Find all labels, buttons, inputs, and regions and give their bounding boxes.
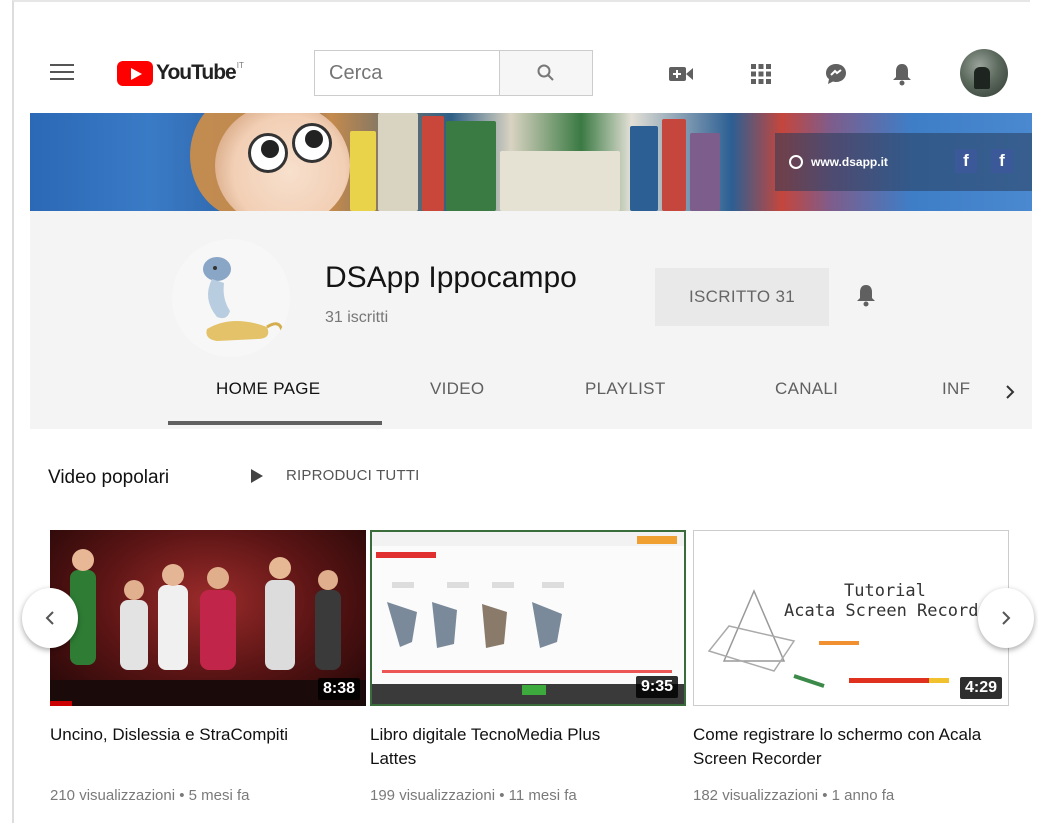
- tab-playlist[interactable]: PLAYLIST: [585, 379, 666, 399]
- account-avatar[interactable]: [960, 49, 1008, 97]
- search-icon: [537, 64, 554, 81]
- subscribed-button[interactable]: ISCRITTO 31: [655, 268, 829, 326]
- banner-book: [350, 131, 376, 211]
- video-duration: 8:38: [317, 678, 360, 700]
- play-all-button[interactable]: RIPRODUCI TUTTI: [250, 467, 420, 484]
- youtube-logo[interactable]: YouTube IT: [117, 60, 244, 86]
- facebook-icon[interactable]: f: [991, 149, 1013, 173]
- tab-home-page[interactable]: HOME PAGE: [216, 379, 320, 399]
- chevron-right-icon[interactable]: [1000, 381, 1020, 403]
- carousel-previous-button[interactable]: [22, 588, 78, 648]
- section-title: Video popolari: [48, 467, 170, 488]
- tab-canali[interactable]: CANALI: [775, 379, 838, 399]
- video-title[interactable]: Libro digitale TecnoMedia Plus Lattes: [370, 723, 640, 771]
- subscriber-count: 31 iscritti: [325, 309, 389, 326]
- chevron-left-icon: [45, 611, 54, 625]
- messages-icon[interactable]: [822, 60, 850, 88]
- banner-book: [500, 151, 620, 211]
- banner-book: [422, 116, 444, 211]
- carousel-next-button[interactable]: [978, 588, 1034, 648]
- channel-tabs: HOME PAGE VIDEO PLAYLIST CANALI INF: [30, 361, 1032, 429]
- notifications-bell-icon[interactable]: [888, 60, 916, 88]
- youtube-play-icon: [117, 60, 153, 86]
- facebook-icon[interactable]: f: [955, 149, 977, 173]
- search-input[interactable]: [314, 50, 499, 96]
- apps-grid-icon[interactable]: [747, 60, 775, 88]
- banner-book: [630, 126, 658, 211]
- create-video-icon[interactable]: [667, 60, 695, 88]
- video-meta: 182 visualizzazioni • 1 anno fa: [693, 787, 895, 804]
- hamburger-menu-icon[interactable]: [50, 64, 74, 82]
- video-meta: 210 visualizzazioni • 5 mesi fa: [50, 787, 250, 804]
- tab-video[interactable]: VIDEO: [430, 379, 484, 399]
- video-thumbnail[interactable]: 9:35: [370, 530, 686, 706]
- banner-book: [662, 119, 686, 211]
- tab-info[interactable]: INF: [942, 379, 974, 399]
- channel-notifications-bell-icon[interactable]: [852, 281, 880, 309]
- channel-header: DSApp Ippocampo 31 iscritti ISCRITTO 31 …: [30, 211, 1032, 429]
- banner-illustration-eye: [248, 133, 288, 173]
- masthead: YouTube IT: [12, 40, 1030, 108]
- channel-avatar[interactable]: [172, 239, 290, 357]
- active-tab-indicator: [168, 421, 382, 425]
- video-title[interactable]: Come registrare lo schermo con Acala Scr…: [693, 723, 983, 771]
- video-thumbnail[interactable]: Tutorial Acata Screen Recorder 4:29: [693, 530, 1009, 706]
- video-duration: 9:35: [635, 676, 678, 698]
- logo-text: YouTube: [156, 61, 237, 84]
- banner-website-link[interactable]: www.dsapp.it: [811, 155, 888, 169]
- thumbnail-caption: Tutorial: [844, 581, 926, 601]
- video-thumbnail[interactable]: 8:38: [50, 530, 366, 706]
- play-all-label: RIPRODUCI TUTTI: [286, 467, 420, 484]
- search-button[interactable]: [499, 50, 593, 96]
- video-meta: 199 visualizzazioni • 11 mesi fa: [370, 787, 577, 804]
- video-duration: 4:29: [959, 677, 1002, 699]
- banner-book: [446, 121, 496, 211]
- globe-icon: [789, 155, 803, 169]
- logo-country-code: IT: [236, 61, 244, 70]
- banner-illustration-eye: [292, 123, 332, 163]
- play-icon: [251, 468, 263, 483]
- thumbnail-caption: Acata Screen Recorder: [784, 601, 999, 621]
- channel-name: DSApp Ippocampo: [325, 261, 577, 294]
- video-title[interactable]: Uncino, Dislessia e StraCompiti: [50, 723, 350, 747]
- chevron-right-icon: [1002, 611, 1011, 625]
- banner-book: [690, 133, 720, 211]
- watch-progress-bar: [50, 701, 73, 706]
- search-bar: [314, 50, 593, 96]
- banner-links: www.dsapp.it f f: [775, 133, 1032, 191]
- banner-book: [378, 113, 418, 211]
- channel-banner: www.dsapp.it f f: [30, 113, 1032, 211]
